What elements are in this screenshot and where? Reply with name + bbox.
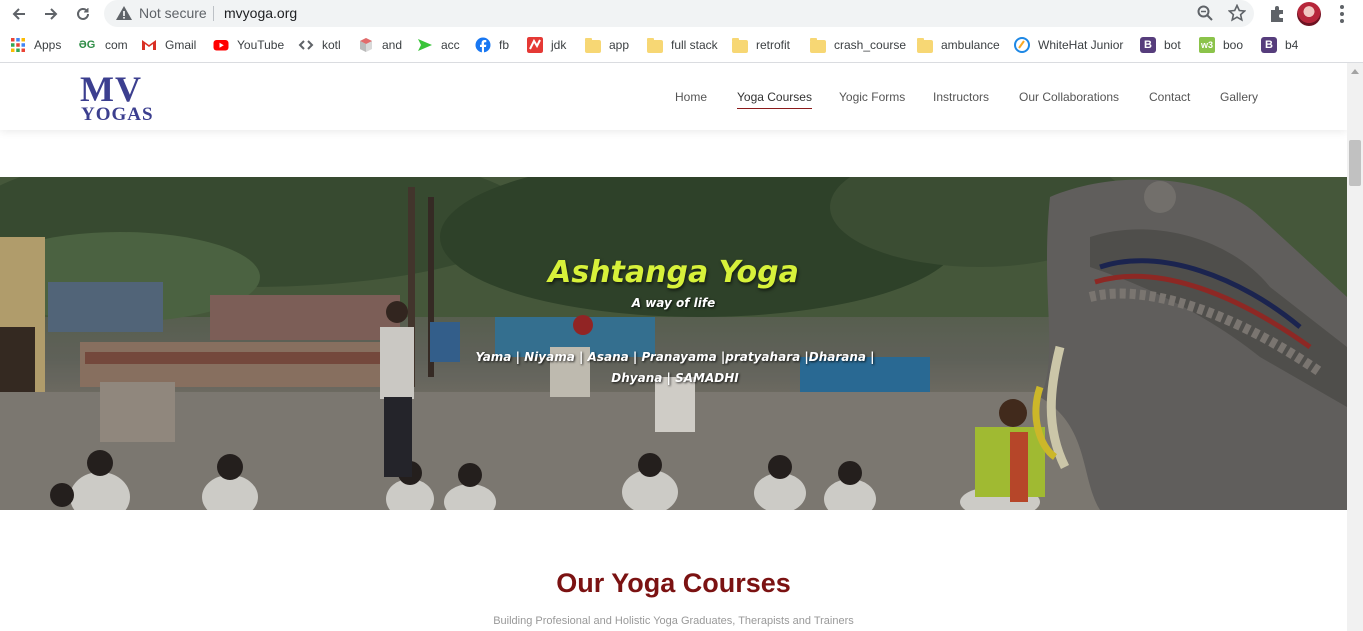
bookmark-label: app: [609, 38, 630, 52]
scroll-up-arrow-icon[interactable]: [1351, 69, 1359, 74]
bookmark-label: kotl: [322, 38, 341, 52]
bookmark-acc[interactable]: acc: [417, 37, 460, 53]
bookmark-label: acc: [441, 38, 460, 52]
boo-icon: w3: [1199, 37, 1215, 53]
bookmark-label: retrofit: [756, 38, 791, 52]
bookmark-label: YouTube: [237, 38, 285, 52]
hero-banner: Ashtanga Yoga A way of life Yama | Niyam…: [0, 177, 1347, 510]
bookmark-ambulance[interactable]: ambulance: [917, 37, 1000, 53]
bookmark-label: crash_course: [834, 38, 907, 52]
bookmark-apps[interactable]: Apps: [10, 37, 61, 53]
folder-icon: [917, 37, 933, 53]
logo-line1: MV: [80, 69, 142, 109]
bookmark-app[interactable]: app: [585, 37, 629, 53]
bookmark-full-stack[interactable]: full stack: [647, 37, 718, 53]
zoom-icon[interactable]: [1196, 4, 1214, 22]
box-icon: [360, 38, 372, 52]
site-logo[interactable]: MV YOGAS: [80, 69, 162, 125]
bookmark-whitehat-junior[interactable]: WhiteHat Junior: [1014, 37, 1123, 53]
hero-subtitle: A way of life: [631, 296, 716, 310]
bookmark-star-icon[interactable]: [1228, 4, 1246, 22]
bookmark-jdk[interactable]: jdk: [527, 37, 566, 53]
bookmark-label: full stack: [671, 38, 718, 52]
gfg-icon: ƏG: [78, 39, 96, 51]
url-text[interactable]: mvyoga.org: [224, 5, 297, 21]
folder-icon: [585, 37, 601, 53]
menu-kebab-icon[interactable]: [1331, 3, 1353, 25]
logo-line2: YOGAS: [81, 104, 154, 125]
nav-instructors[interactable]: Instructors: [933, 90, 989, 104]
nav-yoga-courses[interactable]: Yoga Courses: [737, 90, 812, 109]
hero-eight-limbs: Yama | Niyama | Asana | Pranayama |praty…: [475, 350, 875, 385]
reload-icon: [77, 7, 89, 20]
facebook-icon: [475, 37, 491, 53]
bookmark-label: bot: [1164, 38, 1181, 52]
forward-button[interactable]: [40, 3, 62, 25]
bookmark-com[interactable]: ƏG com: [77, 37, 128, 53]
bookmark-b4[interactable]: B b4: [1261, 37, 1298, 53]
hero-title: Ashtanga Yoga: [548, 255, 799, 290]
bookmark-label: com: [105, 38, 128, 52]
back-button[interactable]: [8, 3, 30, 25]
bookmark-crash-course[interactable]: crash_course: [810, 37, 906, 53]
bookmark-label: fb: [499, 38, 510, 52]
bookmark-bot[interactable]: B bot: [1140, 37, 1181, 53]
bookmark-label: Gmail: [165, 38, 197, 52]
bookmark-label: and: [382, 38, 403, 52]
security-status[interactable]: Not secure: [139, 5, 207, 21]
scrollbar-thumb[interactable]: [1349, 140, 1361, 186]
nav-contact[interactable]: Contact: [1149, 90, 1190, 104]
bookmark-gmail[interactable]: Gmail: [141, 37, 196, 53]
java-icon: [527, 37, 543, 53]
bookmark-youtube[interactable]: YouTube: [213, 37, 284, 53]
folder-icon: [810, 37, 826, 53]
bootstrap-icon: B: [1261, 37, 1277, 53]
code-icon: [298, 40, 314, 50]
bookmark-boo[interactable]: w3 boo: [1199, 37, 1243, 53]
bookmark-label: jdk: [551, 38, 567, 52]
section-subtitle: Building Profesional and Holistic Yoga G…: [493, 615, 854, 627]
reload-button[interactable]: [72, 3, 94, 25]
page-viewport: MV YOGAS Home Yoga Courses Yogic Forms I…: [0, 63, 1347, 631]
forward-arrow-icon: [45, 8, 58, 20]
bookmark-label: WhiteHat Junior: [1038, 38, 1124, 52]
bootstrap-icon: B: [1140, 37, 1156, 53]
youtube-icon: [213, 40, 229, 51]
apps-grid-icon: [11, 38, 25, 52]
profile-avatar[interactable]: [1297, 2, 1321, 26]
folder-icon: [647, 37, 663, 53]
address-bar[interactable]: Not secure mvyoga.org: [104, 0, 1254, 27]
whitehat-icon: [1014, 37, 1030, 53]
bookmark-fb[interactable]: fb: [475, 37, 509, 53]
nav-yogic-forms[interactable]: Yogic Forms: [839, 90, 905, 104]
nav-home[interactable]: Home: [675, 90, 707, 104]
omnibox-divider: [213, 6, 214, 21]
folder-icon: [732, 37, 748, 53]
browser-toolbar: Not secure mvyoga.org: [0, 0, 1363, 27]
bookmark-label: Apps: [34, 38, 62, 52]
warning-triangle-icon[interactable]: [115, 4, 133, 22]
bookmark-retrofit[interactable]: retrofit: [732, 37, 790, 53]
bookmark-and[interactable]: and: [358, 37, 402, 53]
bookmark-label: b4: [1285, 38, 1299, 52]
extensions-puzzle-icon[interactable]: [1266, 3, 1288, 25]
page-scrollbar[interactable]: [1347, 63, 1363, 631]
section-title: Our Yoga Courses: [556, 568, 791, 598]
site-header: MV YOGAS Home Yoga Courses Yogic Forms I…: [0, 63, 1347, 130]
gmail-icon: [142, 40, 156, 50]
bookmark-label: boo: [1223, 38, 1244, 52]
nav-our-collaborations[interactable]: Our Collaborations: [1019, 90, 1119, 104]
hero-photo: [0, 177, 1347, 510]
arrow-icon: [418, 39, 432, 51]
bookmark-kotl[interactable]: kotl: [298, 37, 341, 53]
bookmark-label: ambulance: [941, 38, 1000, 52]
nav-gallery[interactable]: Gallery: [1220, 90, 1258, 104]
bookmarks-bar: Apps ƏG com Gmail YouTube kotl and acc f…: [0, 31, 1363, 59]
back-arrow-icon: [12, 8, 25, 20]
